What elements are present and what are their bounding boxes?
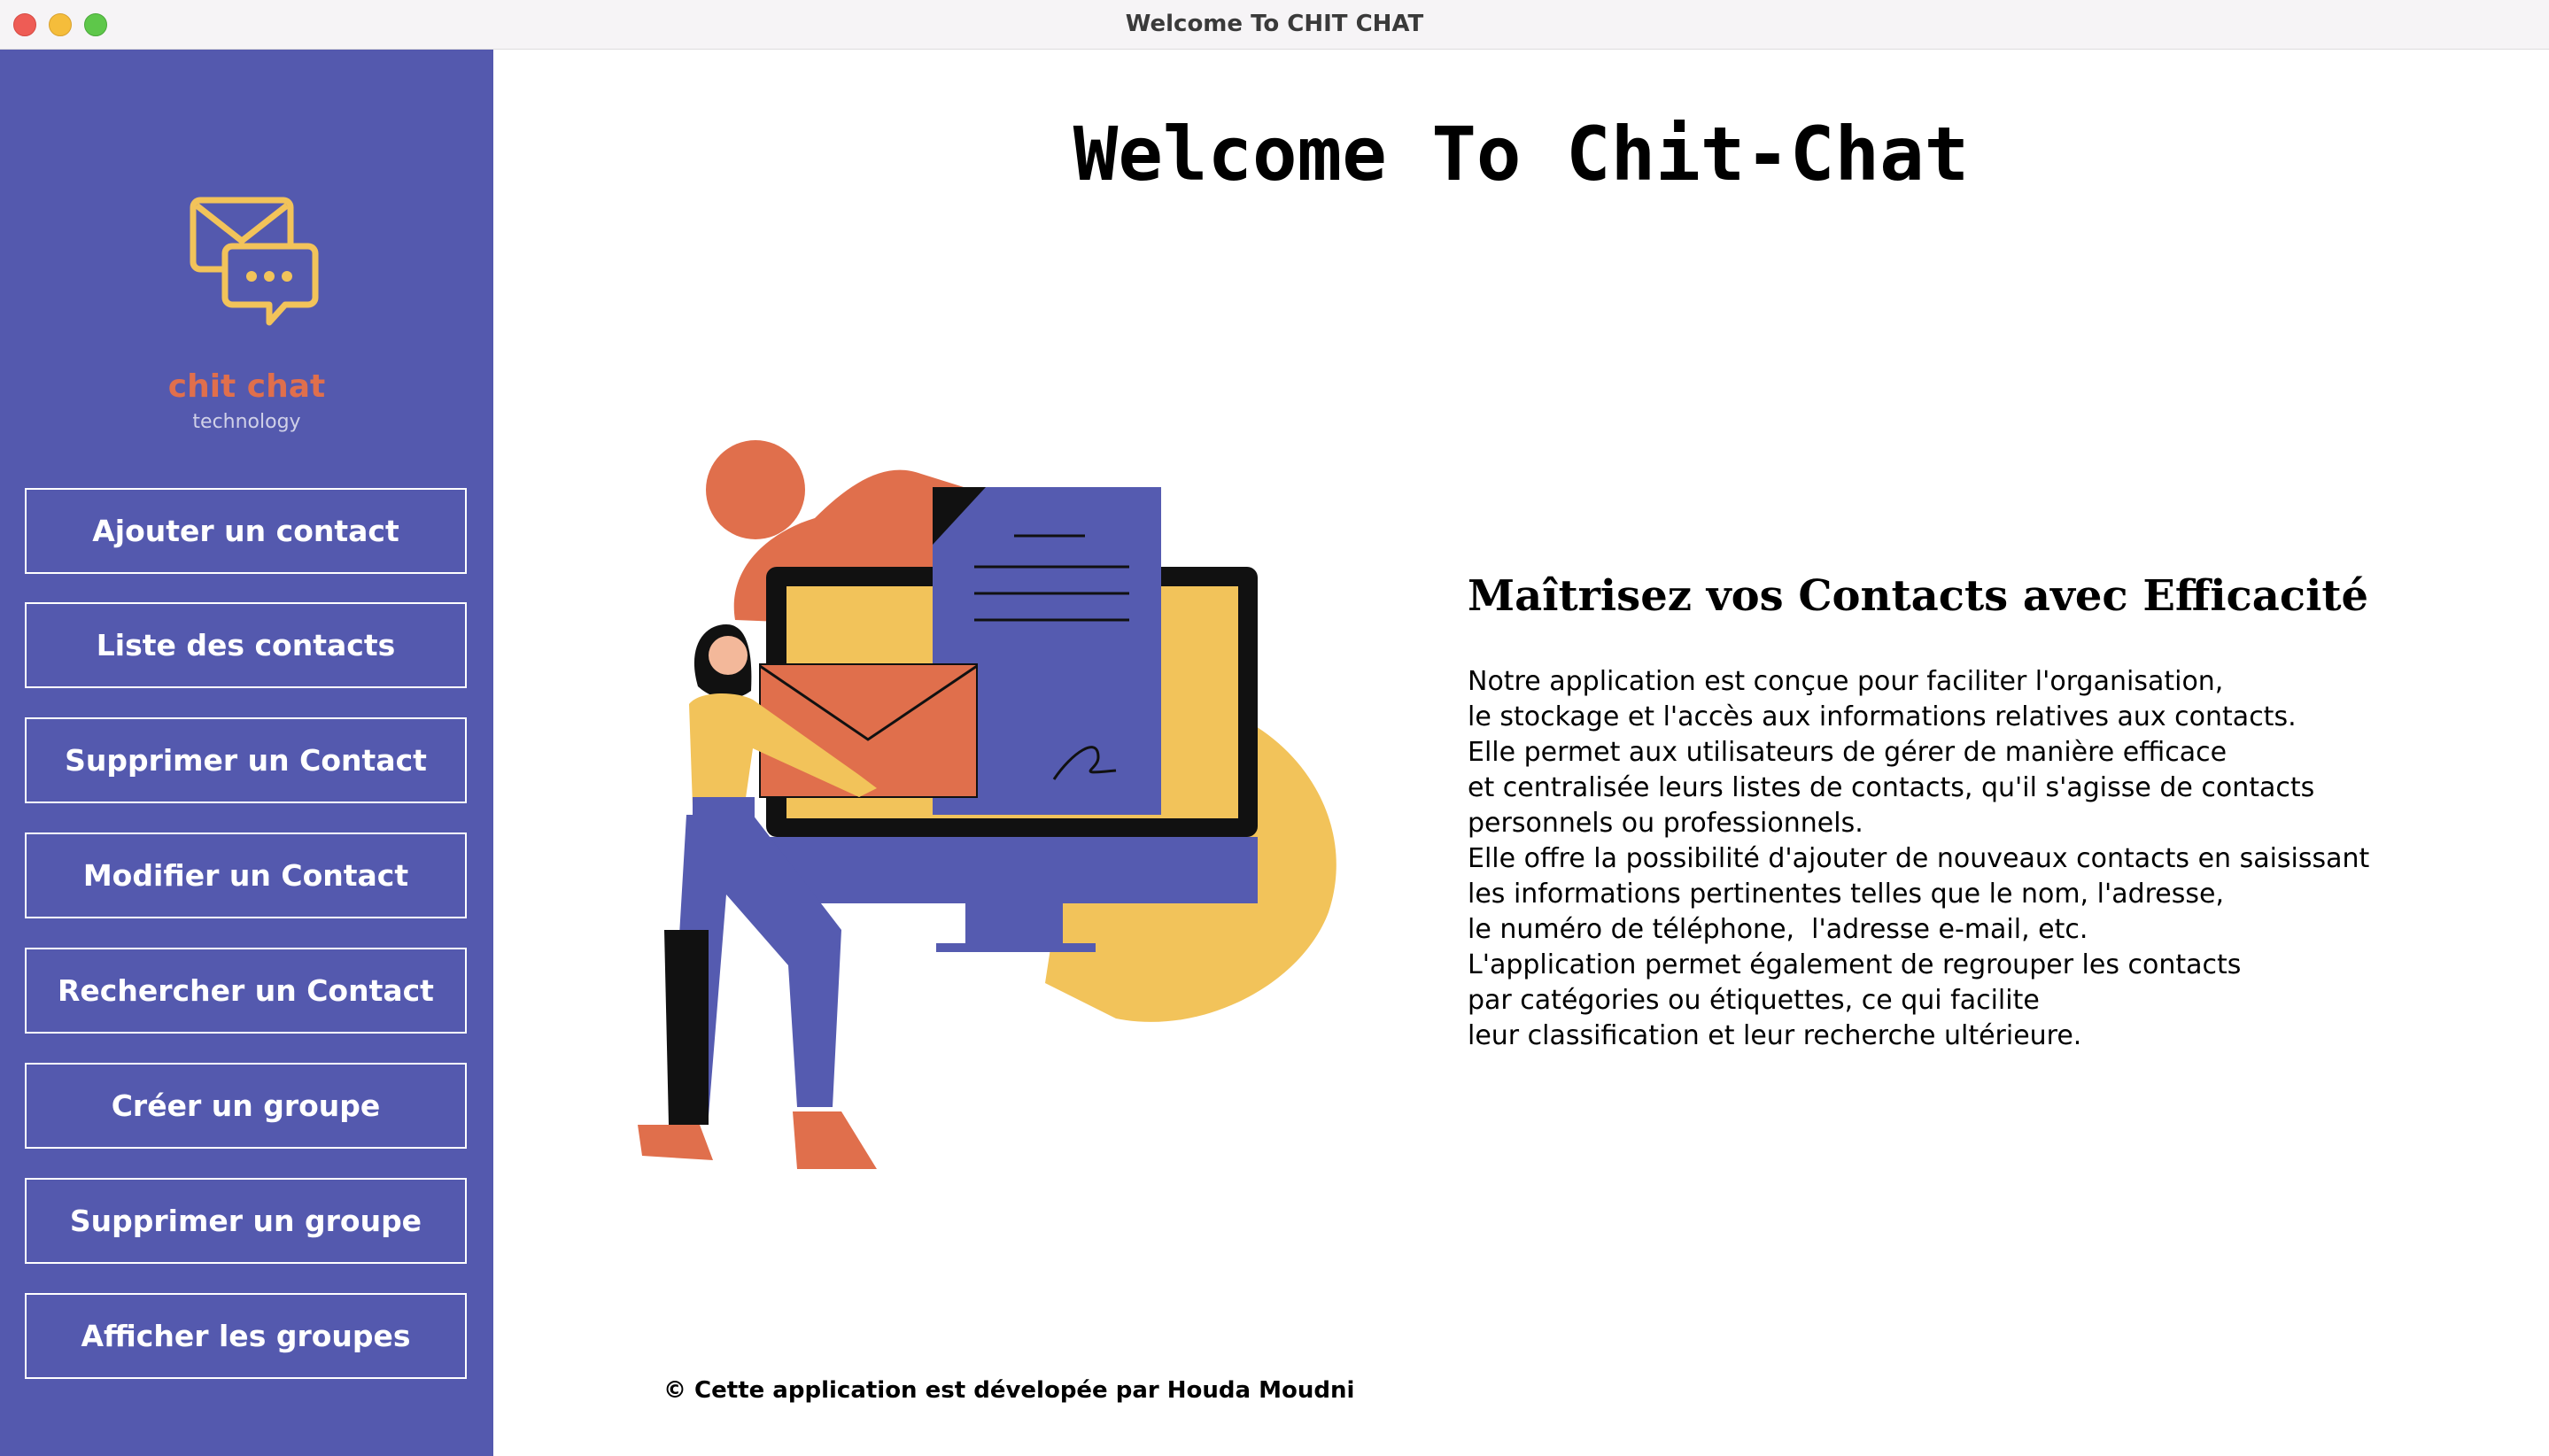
search-contact-button[interactable]: Rechercher un Contact <box>25 948 467 1034</box>
description-line: personnels ou professionnels. <box>1468 808 1863 839</box>
description-line: Elle offre la possibilité d'ajouter de n… <box>1468 843 2370 874</box>
description-line: le stockage et l'accès aux informations … <box>1468 701 2297 732</box>
copyright-footer: © Cette application est dévelopée par Ho… <box>663 1377 1355 1404</box>
description-line: leur classification et leur recherche ul… <box>1468 1020 2082 1051</box>
list-contacts-button[interactable]: Liste des contacts <box>25 602 467 688</box>
chat-envelope-logo-icon <box>190 197 319 326</box>
description-line: Notre application est conçue pour facili… <box>1468 666 2224 697</box>
show-groups-button[interactable]: Afficher les groupes <box>25 1293 467 1379</box>
window-title: Welcome To CHIT CHAT <box>1125 11 1424 37</box>
sidebar: chit chat technology Ajouter un contact … <box>0 50 493 1456</box>
description-line: et centralisée leurs listes de contacts,… <box>1468 772 2315 803</box>
brand-name: chit chat <box>167 368 326 405</box>
description-line: les informations pertinentes telles que … <box>1468 879 2225 910</box>
contacts-illustration <box>638 440 1336 1169</box>
description-line: Elle permet aux utilisateurs de gérer de… <box>1468 737 2227 768</box>
window-titlebar: Welcome To CHIT CHAT <box>0 0 2549 50</box>
add-contact-button[interactable]: Ajouter un contact <box>25 488 467 574</box>
description-line: le numéro de téléphone, l'adresse e-mail… <box>1468 914 2088 945</box>
edit-contact-button[interactable]: Modifier un Contact <box>25 833 467 918</box>
page-title: Welcome To Chit-Chat <box>1073 111 1970 197</box>
description: Notre application est conçue pour facili… <box>1468 664 2369 1054</box>
description-line: par catégories ou étiquettes, ce qui fac… <box>1468 985 2040 1016</box>
description-line: L'application permet également de regrou… <box>1468 949 2242 980</box>
brand-tagline: technology <box>192 411 301 433</box>
delete-contact-button[interactable]: Supprimer un Contact <box>25 717 467 803</box>
section-heading: Maîtrisez vos Contacts avec Efficacité <box>1468 571 2369 621</box>
delete-group-button[interactable]: Supprimer un groupe <box>25 1178 467 1264</box>
create-group-button[interactable]: Créer un groupe <box>25 1063 467 1149</box>
